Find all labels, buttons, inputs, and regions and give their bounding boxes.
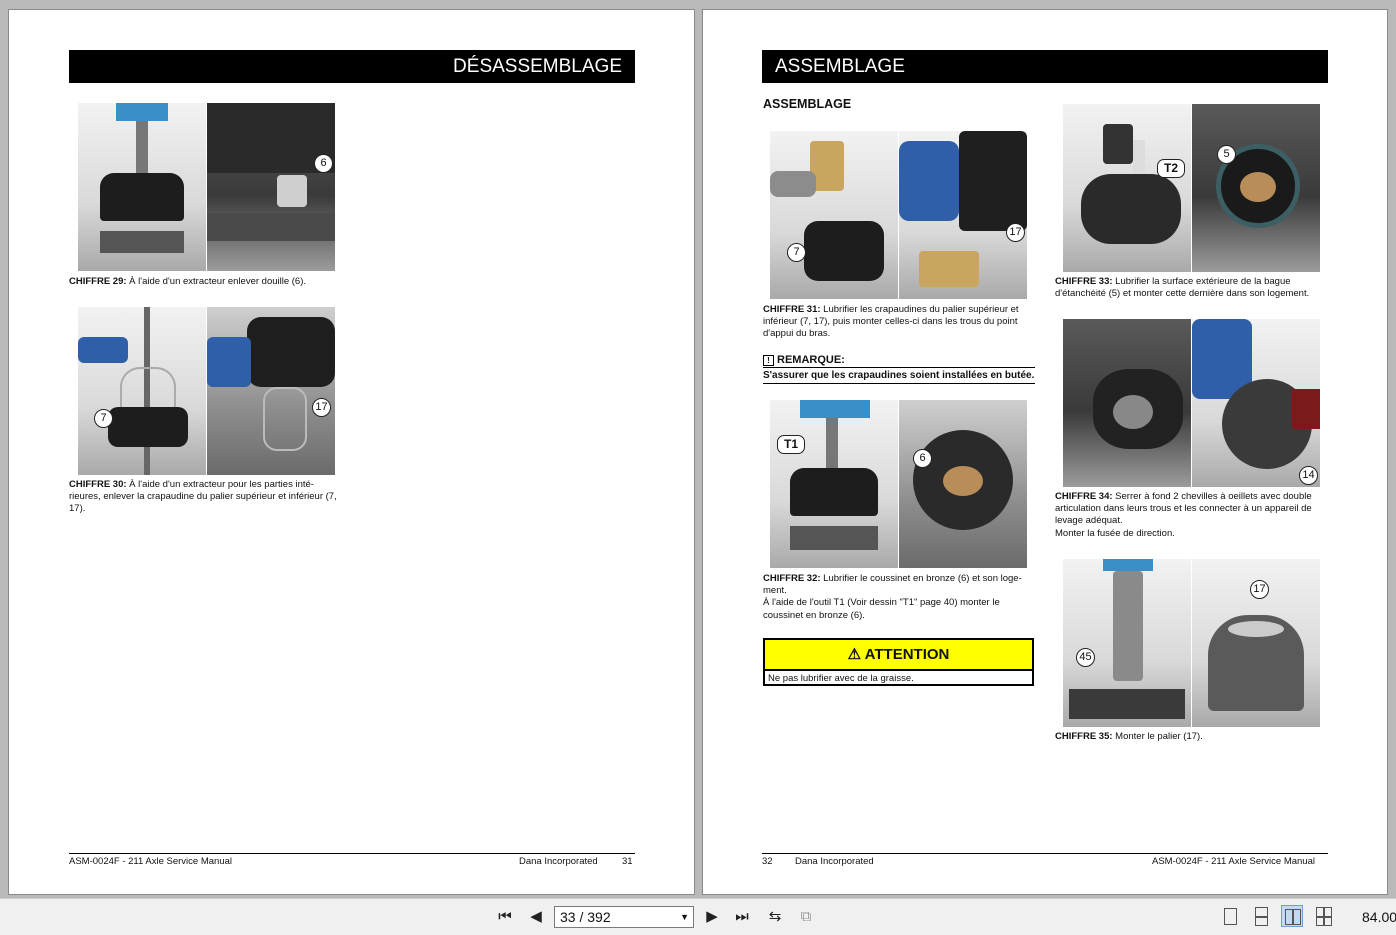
section-banner: DÉSASSEMBLAGE xyxy=(69,50,635,83)
figure-32-photo-right xyxy=(899,400,1027,568)
callout-6: 6 xyxy=(314,154,333,173)
figure-31-photo-right xyxy=(899,131,1027,299)
callout-6: 6 xyxy=(913,449,932,468)
attention-text: Ne pas lubrifier avec de la graisse. xyxy=(768,673,914,684)
continuous-view-icon[interactable] xyxy=(1250,905,1272,927)
figure-34-photo-left xyxy=(1063,319,1191,487)
section-title: ASSEMBLAGE xyxy=(763,97,852,111)
figure-33-caption: CHIFFRE 33: Lubrifier la surface extérie… xyxy=(1055,276,1310,300)
footer-page-number: 31 xyxy=(622,856,633,867)
footer-page-number: 32 xyxy=(762,856,773,867)
single-page-view-icon[interactable] xyxy=(1219,905,1241,927)
remarque-heading: ! REMARQUE: xyxy=(763,354,1035,369)
figure-31-caption: CHIFFRE 31: Lubrifier les crapaudines du… xyxy=(763,304,1019,340)
two-page-continuous-view-icon[interactable] xyxy=(1313,905,1335,927)
figure-30-photo-right xyxy=(207,307,335,475)
figure-30-caption: CHIFFRE 30: À l'aide d'un extracteur pou… xyxy=(69,479,337,515)
last-page-icon[interactable]: ⏭ xyxy=(732,907,752,927)
warning-triangle-icon: ⚠ xyxy=(847,646,862,663)
figure-34-caption: CHIFFRE 34: Serrer à fond 2 chevilles à … xyxy=(1055,491,1312,539)
chevron-down-icon: ▼ xyxy=(680,912,689,922)
attention-box: ⚠ ATTENTION Ne pas lubrifier avec de la … xyxy=(763,638,1034,686)
fit-icon[interactable]: ⧉ xyxy=(796,907,816,927)
footer-manual-title: ASM-0024F - 211 Axle Service Manual xyxy=(69,856,232,867)
callout-T1: T1 xyxy=(777,435,805,454)
figure-29-caption: CHIFFRE 29: À l'aide d'un extracteur enl… xyxy=(69,276,307,287)
section-banner: ASSEMBLAGE xyxy=(762,50,1328,83)
attention-heading: ⚠ ATTENTION xyxy=(765,640,1032,671)
figure-33-photo-left xyxy=(1063,104,1191,272)
figure-29-photo-left xyxy=(78,103,206,271)
callout-14: 14 xyxy=(1299,466,1318,485)
callout-17: 17 xyxy=(1250,580,1269,599)
footer-rule xyxy=(69,853,635,854)
footer-manual-title: ASM-0024F - 211 Axle Service Manual xyxy=(1152,856,1315,867)
rotate-icon[interactable]: ⇆ xyxy=(765,907,785,927)
callout-17: 17 xyxy=(1006,223,1025,242)
figure-34-photo-right xyxy=(1192,319,1320,487)
footer-company: Dana Incorporated xyxy=(519,856,598,867)
document-page-left: DÉSASSEMBLAGE 6 CHIFFRE 29: À l'aide d'u… xyxy=(8,9,695,895)
two-page-view-icon[interactable] xyxy=(1281,905,1303,927)
figure-31-photo-left xyxy=(770,131,898,299)
figure-29-photo-right xyxy=(207,103,335,271)
remarque-icon: ! xyxy=(763,355,774,366)
figure-30-photo-left xyxy=(78,307,206,475)
footer-company: Dana Incorporated xyxy=(795,856,874,867)
document-page-right: ASSEMBLAGE ASSEMBLAGE 7 17 CHIFFRE 31: L… xyxy=(702,9,1388,895)
figure-32-photo-left xyxy=(770,400,898,568)
first-page-icon[interactable]: ⏮ xyxy=(495,907,515,927)
callout-5: 5 xyxy=(1217,145,1236,164)
next-page-icon[interactable]: ▶ xyxy=(702,907,722,927)
figure-33-photo-right xyxy=(1192,104,1320,272)
figure-35-photo-left xyxy=(1063,559,1191,727)
page-number-select[interactable]: 33 / 392 ▼ xyxy=(554,906,694,928)
figure-32-caption: CHIFFRE 32: Lubrifier le coussinet en br… xyxy=(763,573,1022,621)
remarque-text: S'assurer que les crapaudines soient ins… xyxy=(763,370,1035,385)
viewer-toolbar: ⏮ ◀ 33 / 392 ▼ ▶ ⏭ ⇆ ⧉ 84.00 xyxy=(0,898,1396,935)
prev-page-icon[interactable]: ◀ xyxy=(526,907,546,927)
callout-7: 7 xyxy=(787,243,806,262)
callout-45: 45 xyxy=(1076,648,1095,667)
callout-17: 17 xyxy=(312,398,331,417)
callout-T2: T2 xyxy=(1157,159,1185,178)
figure-35-caption: CHIFFRE 35: Monter le palier (17). xyxy=(1055,731,1203,742)
zoom-level[interactable]: 84.00 xyxy=(1362,909,1396,925)
footer-rule xyxy=(762,853,1328,854)
callout-7: 7 xyxy=(94,409,113,428)
